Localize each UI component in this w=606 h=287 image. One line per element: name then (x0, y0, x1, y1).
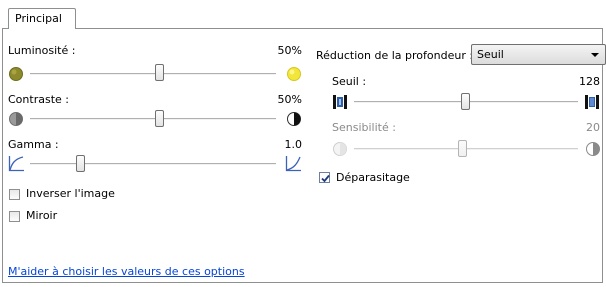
threshold-high-icon (585, 95, 599, 109)
brightness-slider-thumb[interactable] (155, 64, 164, 81)
sensitivity-low-icon (333, 142, 347, 156)
gamma-value: 1.0 (284, 138, 303, 151)
despeckle-label[interactable]: Déparasitage (336, 171, 410, 184)
high-contrast-icon (287, 112, 301, 126)
contrast-slider-track[interactable] (30, 118, 276, 120)
contrast-value: 50% (277, 93, 302, 106)
mirror-label[interactable]: Miroir (26, 209, 57, 222)
gamma-label: Gamma : (8, 138, 59, 151)
mirror-checkbox[interactable] (9, 211, 20, 222)
threshold-label: Seuil : (332, 75, 367, 88)
contrast-slider-thumb[interactable] (155, 110, 164, 127)
invert-image-checkbox[interactable] (9, 189, 20, 200)
threshold-slider-thumb[interactable] (461, 93, 470, 110)
sensitivity-high-icon (586, 142, 600, 156)
brightness-value: 50% (277, 44, 302, 57)
brightness-slider-track[interactable] (30, 73, 276, 75)
sensitivity-value: 20 (586, 121, 600, 134)
threshold-low-icon (333, 95, 347, 109)
despeckle-checkbox[interactable] (319, 172, 330, 183)
chevron-down-icon (591, 53, 599, 57)
depth-reduction-select[interactable]: Seuil (471, 44, 606, 65)
gamma-curve-low-icon (8, 156, 24, 172)
depth-reduction-label: Réduction de la profondeur : (316, 49, 474, 62)
bright-sun-icon (287, 67, 301, 81)
threshold-value: 128 (579, 75, 600, 88)
gamma-slider-track[interactable] (30, 163, 276, 165)
sensitivity-label: Sensibilité : (332, 121, 396, 134)
checkmark-icon (321, 174, 330, 183)
contrast-label: Contraste : (8, 93, 69, 106)
brightness-label: Luminosité : (8, 44, 76, 57)
gamma-curve-high-icon (285, 156, 301, 172)
tab-panel (2, 28, 603, 283)
tab-principal[interactable]: Principal (8, 8, 76, 29)
help-link[interactable]: M'aider à choisir les valeurs de ces opt… (8, 265, 245, 278)
depth-reduction-selected: Seuil (477, 48, 504, 61)
gamma-slider-thumb[interactable] (76, 155, 85, 172)
invert-image-label[interactable]: Inverser l'image (26, 187, 115, 200)
dim-sun-icon (9, 67, 23, 81)
low-contrast-icon (9, 112, 23, 126)
sensitivity-slider-thumb[interactable] (458, 140, 467, 157)
